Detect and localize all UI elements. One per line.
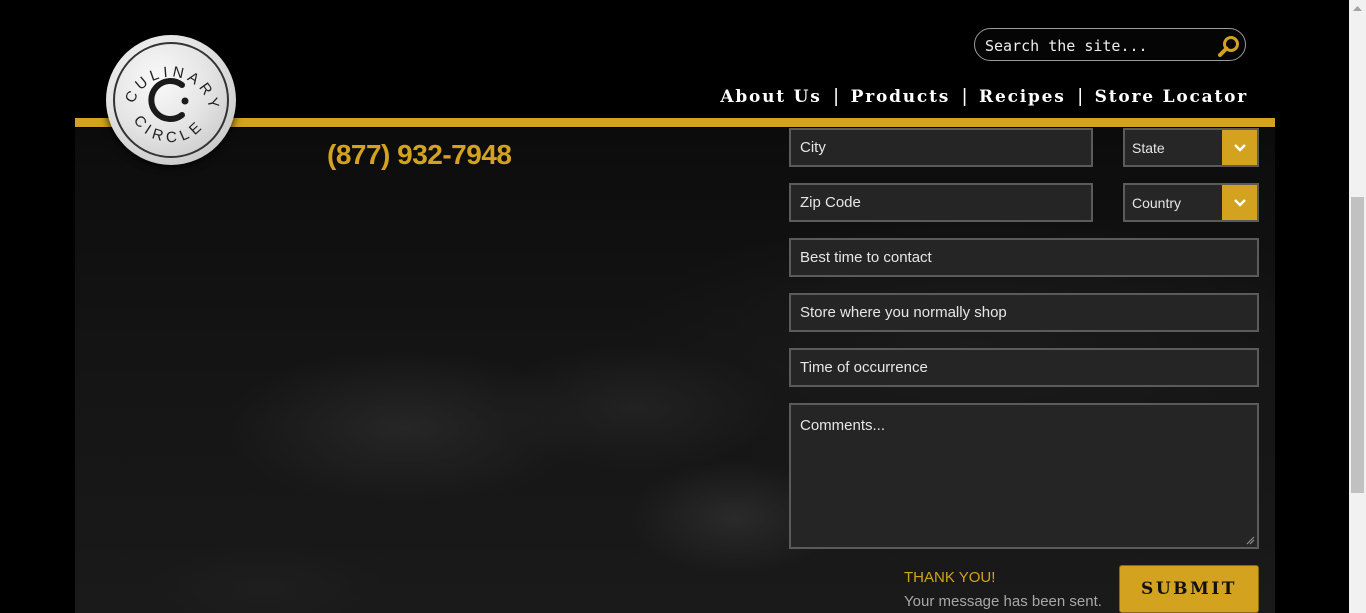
logo-text-top: CULINARY xyxy=(122,63,223,113)
zip-code-field[interactable]: Zip Code xyxy=(789,183,1093,222)
store-placeholder: Store where you normally shop xyxy=(800,304,1007,321)
chevron-down-icon xyxy=(1233,143,1246,152)
nav-separator: | xyxy=(833,86,839,107)
time-of-occurrence-field[interactable]: Time of occurrence xyxy=(789,348,1259,387)
main-navigation: About Us | Products | Recipes | Store Lo… xyxy=(720,86,1248,108)
resize-grip-icon[interactable] xyxy=(1246,536,1255,545)
header-divider-bar xyxy=(75,118,1275,127)
search-icon[interactable] xyxy=(1217,35,1241,57)
comments-placeholder: Comments... xyxy=(800,417,886,434)
confirmation-message: Your message has been sent. xyxy=(904,593,1102,610)
nav-store-locator[interactable]: Store Locator xyxy=(1095,87,1248,107)
zip-code-placeholder: Zip Code xyxy=(800,194,861,211)
page-scrollbar[interactable] xyxy=(1349,0,1366,613)
chevron-down-icon xyxy=(1233,198,1246,207)
nav-separator: | xyxy=(1077,86,1083,107)
logo-emblem: CULINARY CIRCLE xyxy=(122,63,223,146)
store-field[interactable]: Store where you normally shop xyxy=(789,293,1259,332)
comments-textarea[interactable]: Comments... xyxy=(789,403,1259,549)
site-search xyxy=(974,28,1246,61)
culinary-circle-logo[interactable]: CULINARY CIRCLE xyxy=(106,35,236,165)
country-selected-value: Country xyxy=(1132,194,1182,211)
confirmation-title: THANK YOU! xyxy=(904,569,996,586)
state-dropdown-toggle[interactable] xyxy=(1222,130,1257,165)
city-placeholder: City xyxy=(800,139,826,156)
country-select[interactable]: Country xyxy=(1123,183,1259,222)
scrollbar-thumb[interactable] xyxy=(1351,197,1364,493)
best-time-placeholder: Best time to contact xyxy=(800,249,932,266)
phone-number[interactable]: (877) 932-7948 xyxy=(327,139,512,171)
city-field[interactable]: City xyxy=(789,128,1093,167)
nav-recipes[interactable]: Recipes xyxy=(979,87,1066,107)
nav-about-us[interactable]: About Us xyxy=(720,87,821,107)
best-time-to-contact-field[interactable]: Best time to contact xyxy=(789,238,1259,277)
state-select[interactable]: State xyxy=(1123,128,1259,167)
scroll-up-arrow-icon[interactable] xyxy=(1349,0,1366,17)
nav-products[interactable]: Products xyxy=(851,87,951,107)
submit-button[interactable]: SUBMIT xyxy=(1119,565,1259,613)
occurrence-placeholder: Time of occurrence xyxy=(800,359,928,376)
country-dropdown-toggle[interactable] xyxy=(1222,185,1257,220)
state-selected-value: State xyxy=(1132,139,1165,156)
search-input[interactable] xyxy=(983,33,1212,59)
nav-separator: | xyxy=(962,86,968,107)
